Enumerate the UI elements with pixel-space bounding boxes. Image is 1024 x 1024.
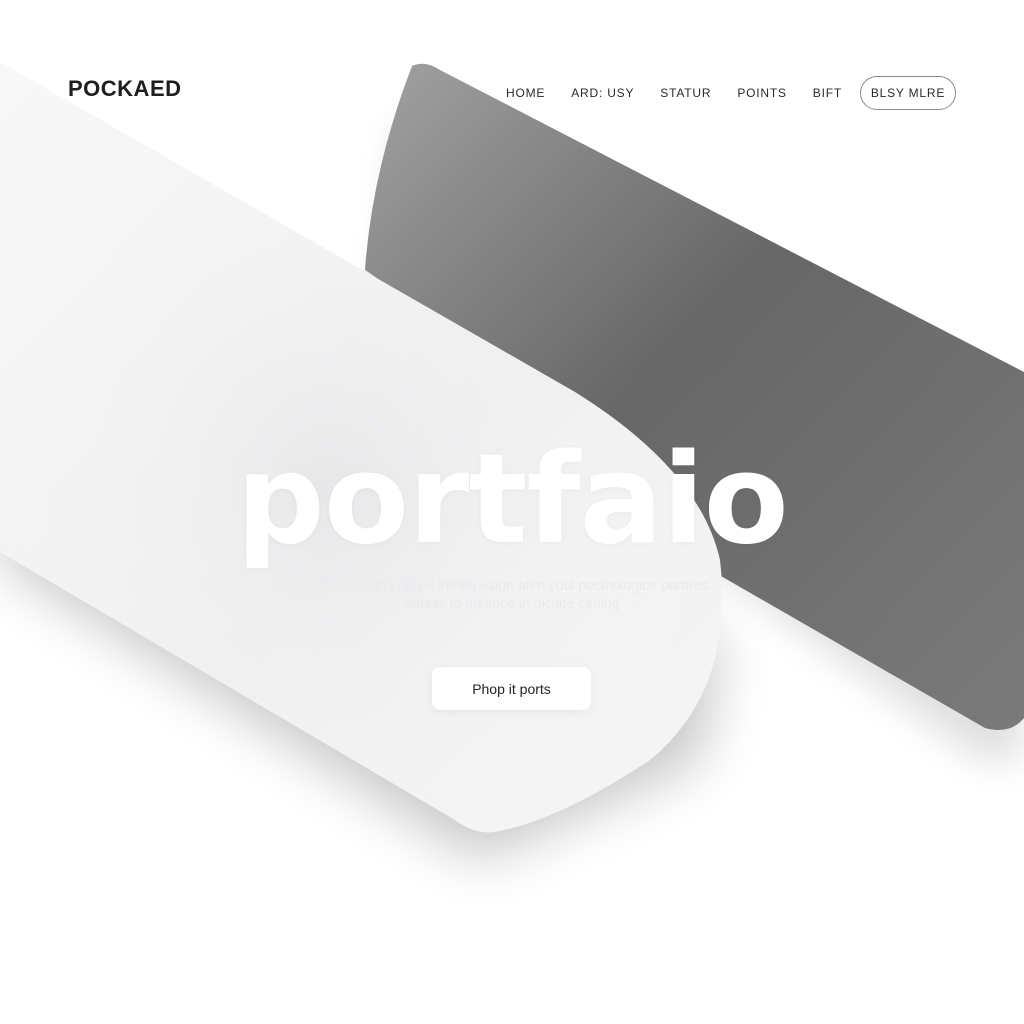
nav-item-points[interactable]: POINTS — [737, 86, 786, 100]
brand-logo[interactable]: POCKAED — [68, 76, 182, 102]
top-nav: HOME ARD: USY STATUR POINTS BIFT BLSY ML… — [480, 75, 956, 111]
hero-subtitle-line-1: Etre Losign Lopren lrervet esign afen yo… — [315, 577, 709, 593]
hero-cta-button[interactable]: Phop it ports — [432, 667, 591, 710]
hero-subtitle: Etre Losign Lopren lrervet esign afen yo… — [282, 576, 742, 612]
page: POCKAED HOME ARD: USY STATUR POINTS BIFT… — [0, 0, 1024, 1024]
hero-subtitle-line-2: entess to meance in diciate cening — [404, 595, 620, 611]
nav-item-statur[interactable]: STATUR — [660, 86, 711, 100]
nav-item-home[interactable]: HOME — [506, 86, 545, 100]
nav-item-bift[interactable]: BIFT — [813, 86, 842, 100]
nav-item-ard-usy[interactable]: ARD: USY — [571, 86, 634, 100]
hero-title: portfaio — [236, 428, 789, 572]
nav-cta-button[interactable]: BLSY MLRE — [860, 76, 956, 110]
